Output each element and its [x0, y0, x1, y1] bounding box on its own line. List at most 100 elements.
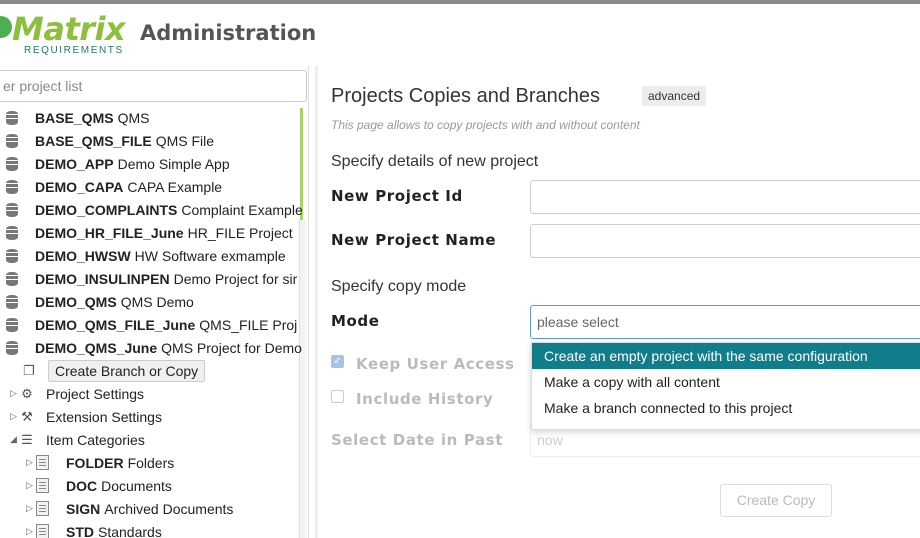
project-item[interactable]: DEMO_COMPLAINTS Complaint Example: [6, 198, 303, 221]
project-item[interactable]: DEMO_QMS_June QMS Project for Demo: [6, 336, 302, 359]
chevron-right-icon[interactable]: ▷: [26, 503, 36, 514]
nav-item-categories[interactable]: ◢ ☰ Item Categories: [10, 428, 145, 451]
database-icon: [6, 110, 18, 125]
new-project-id-input[interactable]: [530, 180, 920, 214]
category-icon: [36, 455, 49, 470]
project-name: Complaint Example: [181, 201, 303, 218]
advanced-badge: advanced: [642, 86, 707, 106]
sidebar-scrollbar[interactable]: [299, 220, 306, 538]
category-id: DOC: [66, 477, 98, 494]
gear-icon: ⚙: [21, 385, 33, 401]
project-filter-input[interactable]: er project list: [0, 70, 307, 102]
database-icon: [6, 248, 18, 263]
database-icon: [6, 225, 18, 240]
database-icon: [6, 294, 18, 309]
new-project-name-label: New Project Name: [331, 231, 497, 249]
project-id: DEMO_QMS_June: [35, 339, 158, 356]
project-id: DEMO_QMS: [35, 293, 117, 310]
project-name: HR_FILE Project: [187, 224, 293, 241]
category-name: Archived Documents: [104, 500, 234, 517]
mode-select[interactable]: please select: [530, 305, 920, 339]
include-history-label: Include History: [356, 390, 494, 408]
project-name: Demo Simple App: [117, 155, 230, 172]
database-icon: [6, 156, 18, 171]
category-id: SIGN: [66, 500, 101, 517]
project-item[interactable]: DEMO_HWSW HW Software exmample: [6, 244, 286, 267]
database-icon: [6, 179, 18, 194]
main-panel: Projects Copies and Branches advanced Th…: [315, 66, 920, 538]
extension-icon: ⚒: [21, 408, 33, 424]
project-item[interactable]: DEMO_INSULINPEN Demo Project for sir: [6, 267, 297, 290]
project-id: DEMO_QMS_FILE_June: [35, 316, 196, 333]
category-name: Standards: [98, 523, 162, 538]
nav-label: Project Settings: [46, 385, 145, 402]
nav-extension-settings[interactable]: ▷ ⚒ Extension Settings: [10, 405, 162, 428]
project-item[interactable]: DEMO_APP Demo Simple App: [6, 152, 230, 175]
new-project-id-label: New Project Id: [331, 187, 463, 205]
project-item[interactable]: DEMO_CAPA CAPA Example: [6, 175, 222, 198]
logo-subtext: REQUIREMENTS: [24, 45, 124, 56]
new-project-name-input[interactable]: [530, 224, 920, 258]
project-item[interactable]: BASE_QMS QMS: [6, 106, 149, 129]
project-item[interactable]: BASE_QMS_FILE QMS File: [6, 129, 214, 152]
chevron-right-icon[interactable]: ▷: [26, 526, 36, 537]
chevron-right-icon[interactable]: ▷: [26, 457, 36, 468]
category-item[interactable]: ▷ STD Standards: [26, 520, 162, 538]
copy-icon: ❐: [23, 362, 35, 378]
category-icon: [36, 501, 49, 516]
category-item[interactable]: ▷ FOLDER Folders: [26, 451, 174, 474]
page-subtitle: This page allows to copy projects with a…: [331, 118, 640, 132]
project-id: DEMO_APP: [35, 155, 114, 172]
section-details-heading: Specify details of new project: [331, 153, 539, 170]
nav-label: Item Categories: [46, 431, 145, 448]
project-name: QMS_FILE Proj: [199, 316, 298, 333]
project-name: QMS: [117, 109, 150, 126]
category-id: STD: [66, 523, 94, 538]
project-name: CAPA Example: [127, 178, 223, 195]
project-id: DEMO_CAPA: [35, 178, 124, 195]
category-item[interactable]: ▷ DOC Documents: [26, 474, 172, 497]
database-icon: [6, 317, 18, 332]
database-icon: [6, 271, 18, 286]
mode-option-empty[interactable]: Create an empty project with the same co…: [532, 343, 920, 369]
project-name: QMS Project for Demo: [161, 339, 302, 356]
database-icon: [6, 202, 18, 217]
category-icon: [36, 478, 49, 493]
category-id: FOLDER: [66, 454, 124, 471]
create-branch-button[interactable]: Create Branch or Copy: [48, 359, 206, 382]
keep-user-access-label: Keep User Access: [356, 355, 515, 373]
category-item[interactable]: ▷ SIGN Archived Documents: [26, 497, 233, 520]
mode-option-copy[interactable]: Make a copy with all content: [532, 369, 920, 395]
project-item[interactable]: DEMO_QMS QMS Demo: [6, 290, 194, 313]
project-name: Demo Project for sir: [173, 270, 298, 287]
sidebar: er project list BASE_QMS QMS BASE_QMS_FIL…: [0, 66, 309, 538]
project-id: DEMO_HWSW: [35, 247, 131, 264]
keep-user-access-checkbox[interactable]: ✓: [331, 355, 344, 368]
project-id: DEMO_INSULINPEN: [35, 270, 170, 287]
mode-dropdown: Create an empty project with the same co…: [531, 342, 920, 430]
project-item[interactable]: DEMO_QMS_FILE_June QMS_FILE Proj: [6, 313, 297, 336]
mode-label: Mode: [331, 312, 380, 330]
project-id: BASE_QMS_FILE: [35, 132, 152, 149]
select-date-label: Select Date in Past: [331, 431, 503, 449]
chevron-right-icon[interactable]: ▷: [10, 411, 20, 422]
project-item[interactable]: DEMO_HR_FILE_June HR_FILE Project: [6, 221, 293, 244]
create-branch-item[interactable]: ❐ Create Branch or Copy: [22, 359, 206, 382]
chevron-right-icon[interactable]: ▷: [10, 388, 20, 399]
nav-project-settings[interactable]: ▷ ⚙ Project Settings: [10, 382, 144, 405]
category-icon: [36, 524, 49, 538]
create-copy-button[interactable]: Create Copy: [720, 484, 832, 517]
app-header: Matrix REQUIREMENTS Administration: [0, 4, 920, 66]
logo-text: Matrix: [12, 10, 126, 48]
category-name: Folders: [127, 454, 175, 471]
mode-option-branch[interactable]: Make a branch connected to this project: [532, 395, 920, 421]
include-history-checkbox[interactable]: [331, 390, 344, 403]
app-title: Administration: [140, 21, 317, 45]
chevron-right-icon[interactable]: ▷: [26, 480, 36, 491]
page-title: Projects Copies and Branches: [331, 85, 601, 107]
project-name: QMS File: [155, 132, 215, 149]
project-id: DEMO_COMPLAINTS: [35, 201, 178, 218]
logo-icon: [0, 16, 12, 38]
section-mode-heading: Specify copy mode: [331, 278, 467, 295]
chevron-down-icon[interactable]: ◢: [10, 434, 20, 445]
